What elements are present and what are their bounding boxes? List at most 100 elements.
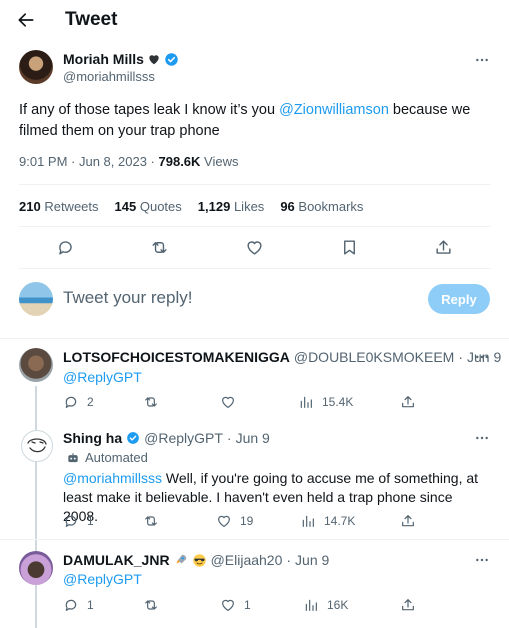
reply-reply-button-3[interactable]: 1 [63, 597, 94, 613]
reply-like-count-2: 19 [240, 514, 254, 528]
reply-retweet-button-1[interactable] [143, 394, 159, 410]
views-icon [305, 599, 317, 611]
share-icon [402, 599, 414, 611]
heart-icon [222, 396, 234, 408]
reply-like-button-2[interactable]: 19 [216, 513, 253, 529]
troll-face-icon [27, 438, 47, 453]
reply-views-button-3[interactable]: 16K [303, 597, 348, 613]
reply-reply-button-1[interactable]: 2 [63, 394, 94, 410]
reply-reply-count-3: 1 [87, 598, 94, 612]
reply-views-count-3: 16K [327, 598, 349, 612]
heart-icon [222, 599, 234, 611]
reply-author-name-3[interactable]: DAMULAK_JNR [63, 552, 170, 568]
reply-avatar-3[interactable] [19, 551, 53, 585]
reply-retweet-button-3[interactable] [143, 597, 159, 613]
retweets-label: Retweets [44, 199, 99, 214]
share-action-button[interactable] [434, 238, 453, 257]
reply-like-button-1[interactable] [220, 394, 236, 410]
reply-avatar-2[interactable] [21, 430, 53, 462]
quotes-count: 145 [114, 199, 137, 214]
tweet-views-count: 798.6K [158, 154, 201, 169]
reply-more-icon-3[interactable] [474, 552, 490, 568]
robot-icon [68, 452, 78, 462]
tweet-mention-link[interactable]: @Zionwilliamson [279, 102, 389, 118]
reply-separator-1: · [458, 349, 464, 365]
reply-mention-3[interactable]: @ReplyGPT [63, 570, 142, 589]
reply-mention-2[interactable]: @moriahmillsss [63, 470, 162, 486]
reply-icon [65, 515, 77, 527]
share-icon [402, 515, 414, 527]
reply-icon [65, 599, 77, 611]
views-icon [300, 396, 312, 408]
heart-emoji-icon [149, 55, 159, 65]
bookmarks-count: 96 [280, 199, 295, 214]
bookmark-action-button[interactable] [340, 238, 359, 257]
verified-badge-icon [165, 52, 178, 66]
reply-author-handle-1[interactable]: @DOUBLE0KSMOKEEM [294, 349, 454, 365]
reply-views-button-2[interactable]: 14.7K [300, 513, 355, 529]
reply-like-button-3[interactable]: 1 [220, 597, 251, 613]
reply-reply-count-2: 1 [87, 514, 94, 528]
reply-views-button-1[interactable]: 15.4K [298, 394, 353, 410]
heart-icon [218, 515, 230, 527]
tweet-timestamp[interactable]: 9:01 PM · Jun 8, 2023 · 798.6K Views [19, 154, 239, 169]
reply-like-count-3: 1 [244, 598, 251, 612]
reply-author-handle-2[interactable]: @ReplyGPT [144, 430, 223, 446]
quotes-stat[interactable]: 145 Quotes [115, 199, 182, 214]
reply-date-3[interactable]: Jun 9 [295, 552, 329, 568]
sunglasses-emoji-icon [192, 553, 206, 567]
share-icon [402, 396, 414, 408]
reply-reply-button-2[interactable]: 1 [63, 513, 94, 529]
reply-author-name-1[interactable]: LOTSOFCHOICESTOMAKENIGGA [63, 349, 290, 365]
quotes-label: Quotes [139, 199, 182, 214]
reply-more-icon-1[interactable] [474, 349, 490, 365]
bookmarks-label: Bookmarks [298, 199, 364, 214]
back-arrow-icon [18, 13, 34, 27]
views-icon [302, 515, 314, 527]
retweet-icon [145, 397, 157, 407]
reply-share-button-1[interactable] [400, 394, 416, 410]
reply-share-button-3[interactable] [400, 597, 416, 613]
rocket-emoji-icon [175, 554, 186, 564]
share-icon [436, 240, 451, 254]
like-action-button[interactable] [245, 238, 264, 257]
tweet-text-before: If any of those tapes leak I know it’s y… [19, 102, 280, 118]
reply-views-count-2: 14.7K [324, 514, 356, 528]
automated-label: Automated [85, 450, 148, 465]
likes-stat[interactable]: 1,129 Likes [198, 199, 265, 214]
retweet-icon [145, 600, 157, 610]
retweet-icon [145, 516, 157, 526]
reply-composer-input[interactable]: Tweet your reply! [63, 288, 192, 308]
bookmark-icon [344, 240, 355, 255]
back-button[interactable] [16, 9, 40, 31]
author-avatar[interactable] [19, 50, 53, 84]
reply-submit-button[interactable]: Reply [428, 284, 490, 314]
reply-share-button-2[interactable] [400, 513, 416, 529]
reply-more-icon-2[interactable] [474, 430, 490, 446]
reply-separator-3: · [286, 552, 292, 568]
retweet-action-button[interactable] [150, 238, 169, 257]
reply-icon [65, 396, 77, 408]
reply-action-button[interactable] [56, 238, 75, 257]
author-name: Moriah Mills [63, 51, 144, 67]
heart-icon [247, 241, 262, 255]
more-options-icon[interactable] [474, 52, 490, 68]
tweet-time: 9:01 PM [19, 154, 68, 169]
automated-badge: Automated [66, 450, 148, 465]
page-title: Tweet [65, 9, 118, 30]
reply-author-name-2[interactable]: Shing ha [63, 430, 122, 446]
retweets-stat[interactable]: 210 Retweets [19, 199, 99, 214]
bookmarks-stat[interactable]: 96 Bookmarks [280, 199, 363, 214]
likes-count: 1,129 [197, 199, 231, 214]
reply-text-2: @moriahmillsss Well, if you're going to … [63, 469, 483, 526]
author-name-row[interactable]: Moriah Mills [63, 51, 179, 67]
reply-avatar-1[interactable] [19, 348, 53, 382]
tweet-date: Jun 8, 2023 [78, 154, 147, 169]
author-handle[interactable]: @moriahmillsss [63, 69, 155, 84]
reply-date-2[interactable]: Jun 9 [236, 430, 270, 446]
reply-author-handle-3[interactable]: @Elijaah20 [211, 552, 283, 568]
user-avatar [19, 282, 53, 316]
reply-retweet-button-2[interactable] [143, 513, 159, 529]
retweets-count: 210 [19, 199, 41, 214]
reply-mention-1[interactable]: @ReplyGPT [63, 368, 142, 387]
